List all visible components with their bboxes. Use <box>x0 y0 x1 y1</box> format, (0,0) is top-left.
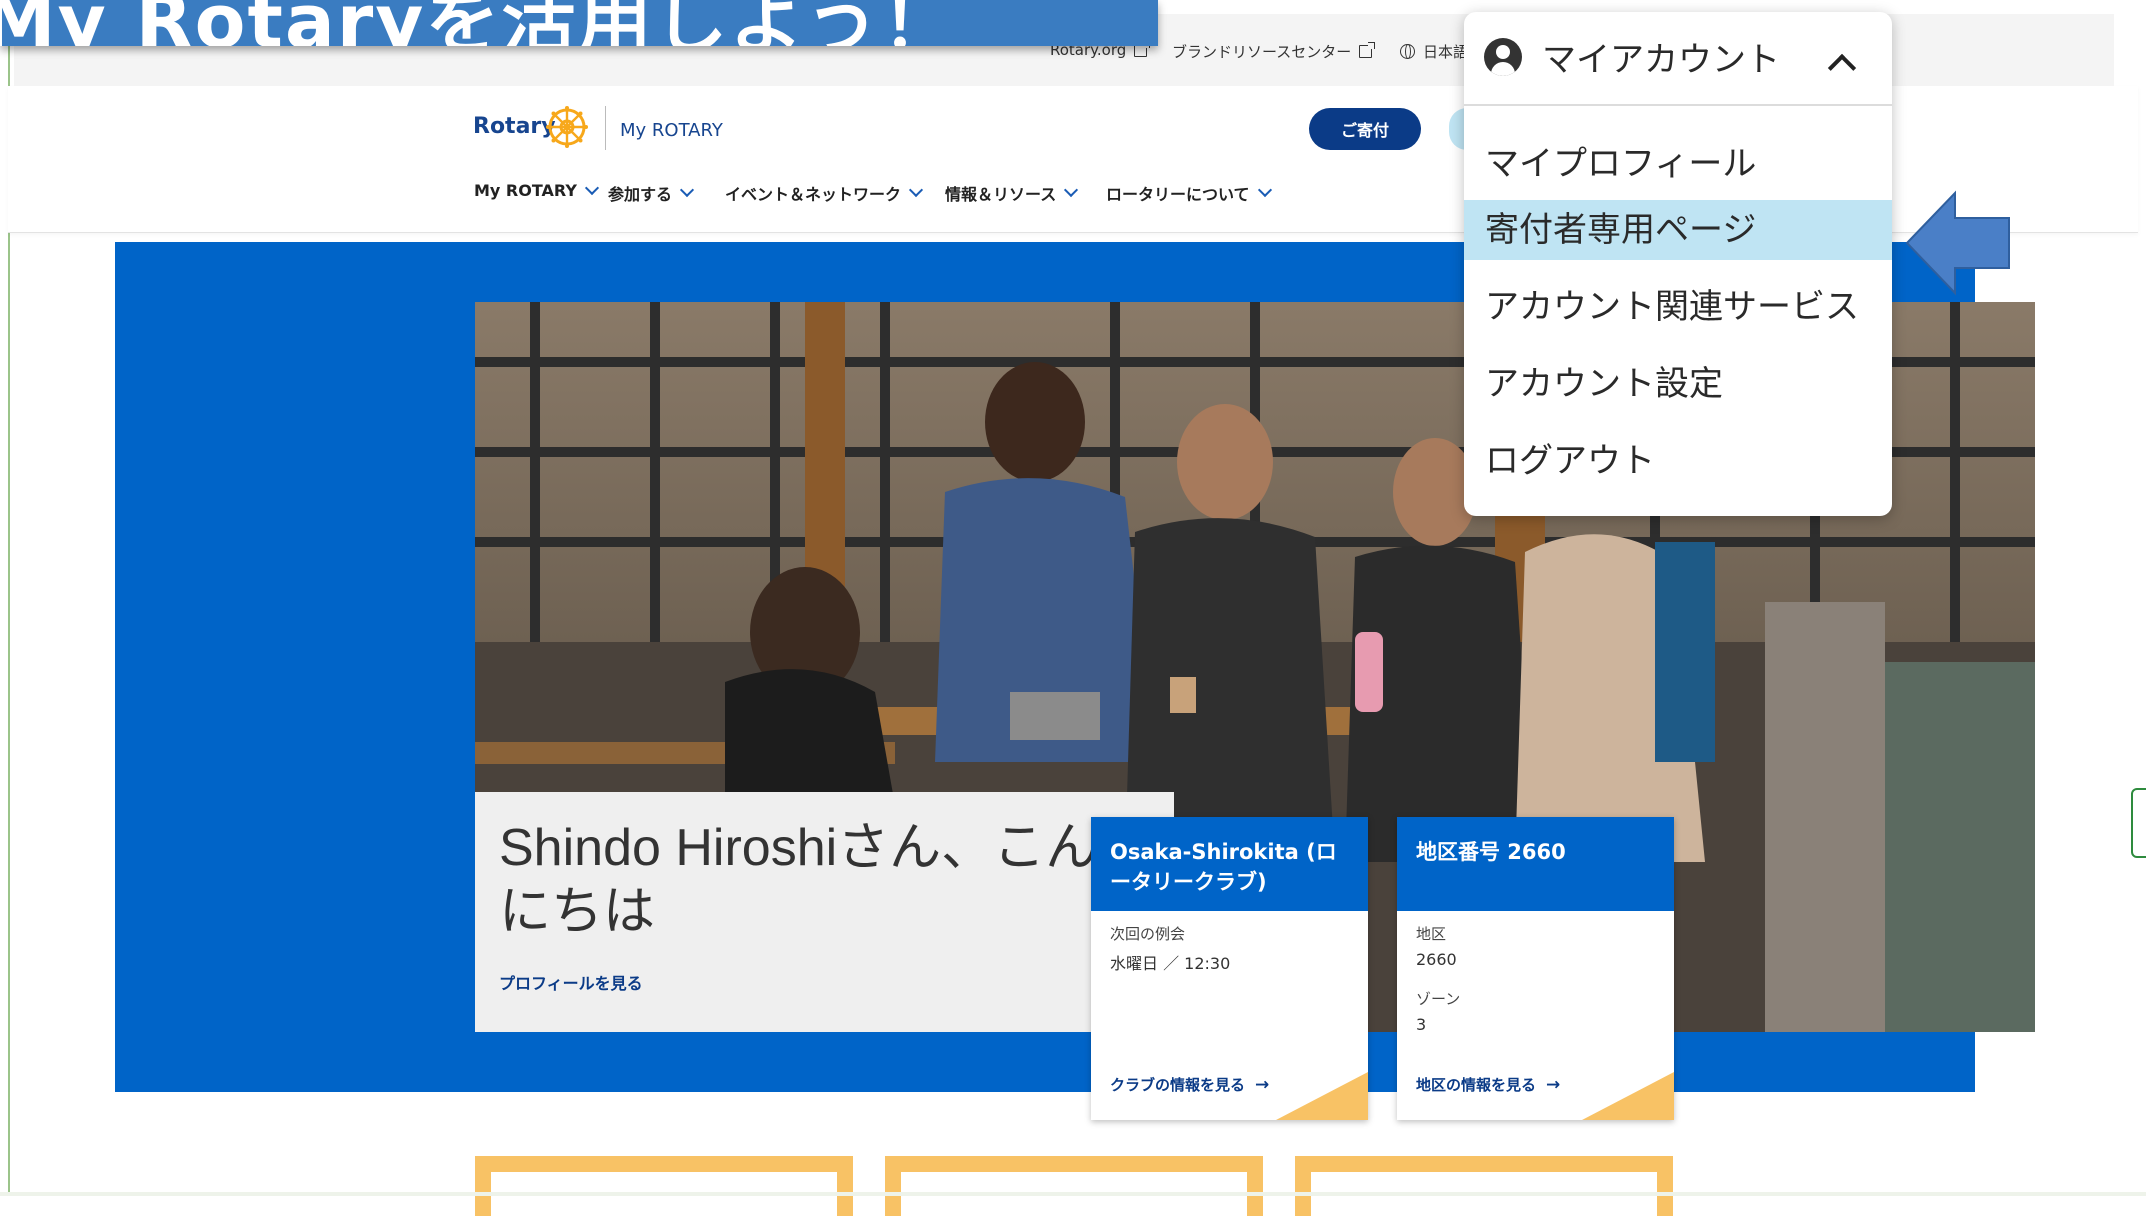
view-profile-link[interactable]: プロフィールを見る <box>499 970 643 994</box>
language-label: 日本語 <box>1423 43 1469 61</box>
card-corner-accent <box>1276 1072 1368 1120</box>
logo-divider <box>605 106 606 150</box>
chevron-down-icon <box>1257 182 1272 198</box>
district-value: 2660 <box>1416 950 1457 969</box>
nav-info-resources[interactable]: 情報＆リソース <box>945 181 1079 205</box>
lower-card-2[interactable] <box>885 1156 1263 1216</box>
nav-label: My ROTARY <box>474 181 577 200</box>
nav-label: 参加する <box>608 185 673 204</box>
slide-title: My Rotaryを活用しよう！ <box>0 0 958 46</box>
nav-about-rotary[interactable]: ロータリーについて <box>1106 181 1272 205</box>
nav-my-rotary[interactable]: My ROTARY <box>474 180 600 200</box>
language-selector[interactable]: 日本語 <box>1400 41 1468 62</box>
nav-label: イベント＆ネットワーク <box>725 185 902 204</box>
greeting-heading: Shindo Hiroshiさん、こんにちは <box>499 819 1098 941</box>
district-label: 地区 <box>1416 925 1447 943</box>
nav-participate[interactable]: 参加する <box>608 181 695 205</box>
globe-icon <box>1400 44 1415 59</box>
next-meeting-value: 水曜日 ／ 12:30 <box>1110 954 1231 973</box>
nav-label: 情報＆リソース <box>945 185 1057 204</box>
side-widget-peek[interactable] <box>2131 788 2146 858</box>
arrow-right-icon: → <box>1546 1074 1561 1095</box>
menu-item-donor-page[interactable]: 寄付者専用ページ <box>1464 200 1892 260</box>
account-dropdown-menu: マイアカウント マイプロフィール 寄付者専用ページ アカウント関連サービス アカ… <box>1464 12 1892 516</box>
arrow-right-icon: → <box>1255 1074 1270 1095</box>
club-info-link-label: クラブの情報を見る <box>1110 1076 1246 1094</box>
callout-arrow-icon <box>1905 190 2010 296</box>
district-card-title: 地区番号 2660 <box>1397 817 1674 911</box>
club-info-link[interactable]: クラブの情報を見る → <box>1110 1074 1269 1095</box>
menu-item-account-settings[interactable]: アカウント設定 <box>1464 354 1892 414</box>
menu-item-account-services[interactable]: アカウント関連サービス <box>1464 277 1892 337</box>
district-card: 地区番号 2660 地区 2660 ゾーン 3 地区の情報を見る → <box>1397 817 1674 1120</box>
rotary-logo-text[interactable]: Rotary <box>473 114 556 139</box>
zone-value: 3 <box>1416 1015 1427 1034</box>
zone-label: ゾーン <box>1416 990 1461 1008</box>
chevron-down-icon <box>584 180 600 195</box>
nav-label: ロータリーについて <box>1106 185 1250 204</box>
account-dropdown-title: マイアカウント <box>1542 40 1780 80</box>
user-icon <box>1484 38 1522 76</box>
slide-bottom-edge <box>0 1192 2146 1196</box>
menu-item-my-profile[interactable]: マイプロフィール <box>1464 134 1892 194</box>
lower-card-3[interactable] <box>1295 1156 1673 1216</box>
rotary-wheel-icon <box>546 106 588 148</box>
next-meeting-label: 次回の例会 <box>1110 925 1186 943</box>
slide-title-bar: My Rotaryを活用しよう！ <box>0 0 1158 46</box>
chevron-down-icon <box>908 182 924 198</box>
donate-button[interactable]: ご寄付 <box>1309 108 1421 150</box>
card-corner-accent <box>1582 1072 1674 1120</box>
district-info-link-label: 地区の情報を見る <box>1416 1076 1537 1094</box>
chevron-down-icon <box>679 182 695 198</box>
external-link-icon <box>1359 42 1376 58</box>
chevron-down-icon <box>1064 182 1079 198</box>
district-info-link[interactable]: 地区の情報を見る → <box>1416 1074 1560 1095</box>
club-card-title: Osaka-Shirokita (ロータリークラブ) <box>1091 817 1368 911</box>
my-rotary-logo-label[interactable]: My ROTARY <box>620 120 723 141</box>
chevron-up-icon[interactable] <box>1827 53 1857 83</box>
club-card: Osaka-Shirokita (ロータリークラブ) 次回の例会 水曜日 ／ 1… <box>1091 817 1368 1120</box>
brand-center-label: ブランドリソースセンター <box>1172 43 1352 61</box>
menu-item-logout[interactable]: ログアウト <box>1464 431 1892 491</box>
lower-card-1[interactable] <box>475 1156 853 1216</box>
account-dropdown-header[interactable]: マイアカウント <box>1464 12 1892 106</box>
nav-events-network[interactable]: イベント＆ネットワーク <box>725 181 924 205</box>
brand-center-link[interactable]: ブランドリソースセンター <box>1172 41 1376 62</box>
